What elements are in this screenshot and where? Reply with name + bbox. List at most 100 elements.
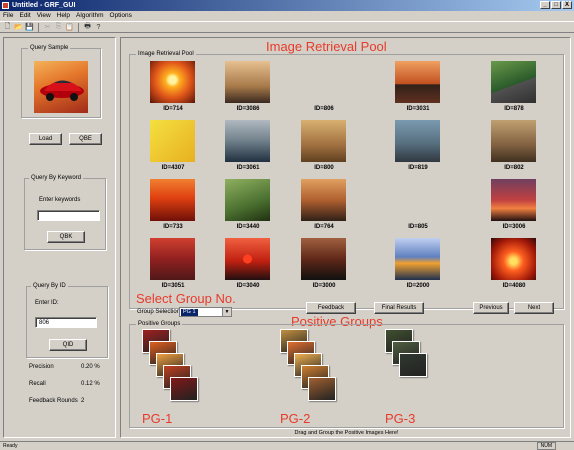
pool-image-id: ID=819 [408, 165, 428, 171]
pool-image-beach[interactable] [301, 179, 346, 221]
pool-image-id: ID=3000 [312, 283, 336, 289]
menu-bar: File Edit View Help Algorithm Options [0, 11, 574, 21]
positive-group-2[interactable]: PG-2 [280, 329, 370, 429]
pool-image-cell[interactable]: ID=800 [294, 118, 354, 176]
positive-group-1[interactable]: PG-1 [142, 329, 232, 429]
next-button[interactable]: Next [514, 302, 554, 314]
pool-image-silvercar[interactable] [301, 120, 346, 162]
print-icon[interactable]: 🖶 [83, 23, 92, 32]
pool-image-bird[interactable] [225, 179, 270, 221]
pool-image-cell[interactable]: ID=878 [484, 59, 544, 117]
menu-view[interactable]: View [37, 11, 51, 21]
pool-image-seasky[interactable] [225, 120, 270, 162]
pool-image-redcar[interactable] [491, 61, 536, 103]
pool-image-cell[interactable]: ID=714 [143, 59, 203, 117]
pool-image-blank[interactable] [301, 61, 346, 103]
keyword-input[interactable] [37, 210, 100, 221]
menu-file[interactable]: File [3, 11, 13, 21]
pool-image-sunsea[interactable] [225, 238, 270, 280]
pool-image-cell[interactable]: ID=3051 [143, 236, 203, 294]
toolbar-separator [38, 22, 39, 32]
pool-image-redcloud[interactable] [150, 238, 195, 280]
pool-image-cell[interactable]: ID=802 [484, 118, 544, 176]
pool-image-id: ID=802 [504, 165, 524, 171]
maximize-button[interactable]: □ [551, 1, 561, 9]
qid-button[interactable]: QID [49, 339, 87, 351]
group-image-thumbnail[interactable] [308, 377, 336, 401]
red-car-image [40, 80, 84, 101]
help-icon[interactable]: ? [94, 23, 103, 32]
copy-icon[interactable]: ⎘ [54, 23, 63, 32]
chevron-down-icon[interactable]: ▼ [222, 308, 231, 316]
pool-image-fire[interactable] [491, 238, 536, 280]
pool-image-boats[interactable] [395, 61, 440, 103]
stat-value: 0.20 % [81, 364, 100, 370]
pool-image-bluesea[interactable] [395, 238, 440, 280]
cut-icon[interactable]: ✂ [43, 23, 52, 32]
pool-image-cell[interactable]: ID=805 [388, 177, 448, 235]
pool-image-cell[interactable]: ID=806 [294, 59, 354, 117]
pool-image-cell[interactable]: ID=4307 [143, 118, 203, 176]
pool-image-cell[interactable]: ID=3031 [388, 59, 448, 117]
pool-image-cell[interactable]: ID=819 [388, 118, 448, 176]
pool-image-cell[interactable]: ID=3000 [294, 236, 354, 294]
pool-image-cell[interactable]: ID=3040 [218, 236, 278, 294]
positive-groups-area[interactable]: Positive Groups PG-1 PG-2 PG-3 [129, 321, 564, 429]
pool-image-cloudsunset[interactable] [491, 179, 536, 221]
pool-image-id: ID=806 [314, 106, 334, 112]
pool-image-cell[interactable]: ID=764 [294, 177, 354, 235]
final-results-button[interactable]: Final Results [374, 302, 424, 314]
pool-image-redcar3[interactable] [491, 120, 536, 162]
window-title: Untitled - GRF_GUI [12, 2, 76, 9]
group-selection-dropdown[interactable]: PG 1 ▼ [179, 307, 232, 317]
pool-image-cell[interactable]: ID=4080 [484, 236, 544, 294]
image-pool-group: Image Retrieval Pool ID=714 ID=3086 ID=806… [129, 51, 564, 309]
pool-image-cell[interactable]: ID=3086 [218, 59, 278, 117]
group-image-thumbnail[interactable] [399, 353, 427, 377]
stat-label: Feedback Rounds [29, 398, 78, 404]
qbe-button[interactable]: QBE [69, 133, 102, 145]
menu-options[interactable]: Options [110, 11, 132, 21]
pool-image-id: ID=3051 [161, 283, 185, 289]
pool-image-darksea[interactable] [301, 238, 346, 280]
pool-image-cell[interactable]: ID=733 [143, 177, 203, 235]
previous-button[interactable]: Previous [473, 302, 509, 314]
menu-edit[interactable]: Edit [19, 11, 30, 21]
open-icon[interactable]: 📂 [14, 23, 23, 32]
close-button[interactable]: X [562, 1, 572, 9]
pool-image-id: ID=714 [163, 106, 183, 112]
drag-hint: Drag and Group the Positive Images Here! [294, 430, 399, 436]
group-name-annotation: PG-2 [280, 411, 311, 426]
pool-image-cell[interactable]: ID=3440 [218, 177, 278, 235]
group-image-thumbnail[interactable] [170, 377, 198, 401]
feedback-button[interactable]: Feedback [306, 302, 356, 314]
pool-image-id: ID=878 [504, 106, 524, 112]
pool-image-cell[interactable]: ID=2000 [388, 236, 448, 294]
right-panel: Image Retrieval Pool Image Retrieval Poo… [120, 37, 571, 438]
pool-image-id: ID=3031 [406, 106, 430, 112]
toolbar-separator [78, 22, 79, 32]
menu-help[interactable]: Help [57, 11, 70, 21]
pool-image-blank[interactable] [395, 179, 440, 221]
group-name-annotation: PG-1 [142, 411, 173, 426]
id-input[interactable]: 806 [35, 317, 97, 328]
positive-group-3[interactable]: PG-3 [385, 329, 475, 429]
load-button[interactable]: Load [29, 133, 62, 145]
query-by-id-label: Query By ID [31, 283, 68, 290]
save-icon[interactable]: 💾 [25, 23, 34, 32]
qbk-button[interactable]: QBK [47, 231, 85, 243]
pool-image-id: ID=3440 [236, 224, 260, 230]
new-icon[interactable]: 🗋 [3, 23, 12, 32]
pool-image-molecule[interactable] [150, 120, 195, 162]
pool-image-cell[interactable]: ID=3006 [484, 177, 544, 235]
pool-image-woman[interactable] [225, 61, 270, 103]
menu-algorithm[interactable]: Algorithm [76, 11, 103, 21]
pool-image-sunsetfig[interactable] [150, 179, 195, 221]
left-panel: Query Sample Load QBE Query By Keyword E… [3, 37, 116, 438]
paste-icon[interactable]: 📋 [65, 23, 74, 32]
pool-image-id: ID=764 [314, 224, 334, 230]
pool-image-redcar2[interactable] [395, 120, 440, 162]
pool-image-cell[interactable]: ID=3061 [218, 118, 278, 176]
pool-image-sunset[interactable] [150, 61, 195, 103]
minimize-button[interactable]: _ [540, 1, 550, 9]
